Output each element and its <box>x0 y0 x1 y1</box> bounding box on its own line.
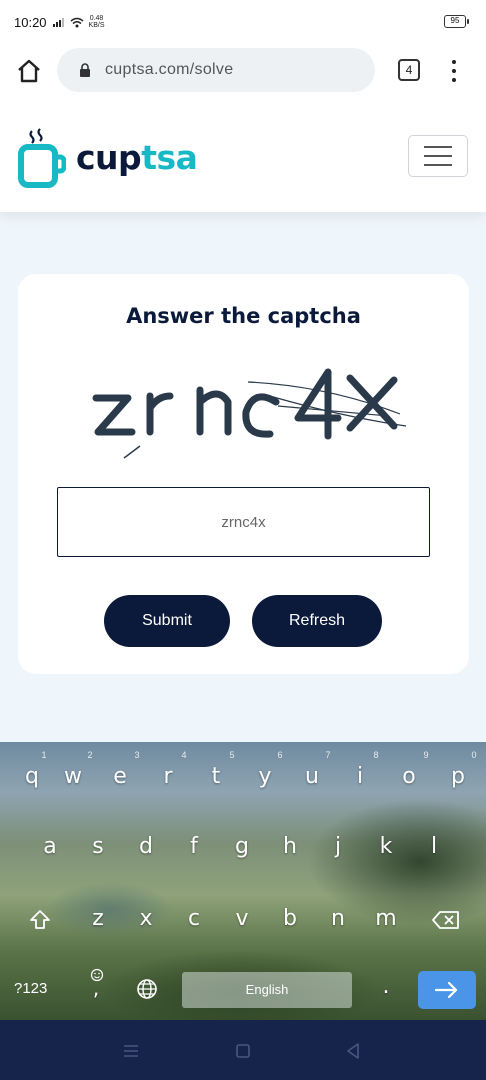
signal-icon <box>52 18 64 27</box>
status-bar: 10:20 0.48 KB/S 95 <box>0 0 486 44</box>
globe-icon[interactable] <box>136 978 158 1000</box>
on-screen-keyboard: q w e r t y u i o p 1 2 3 4 5 6 7 8 9 0 … <box>0 742 486 1020</box>
enter-key[interactable] <box>418 971 476 1009</box>
site-header: cuptsa <box>0 100 486 212</box>
key-c[interactable]: c <box>174 906 214 931</box>
submit-button[interactable]: Submit <box>104 595 230 647</box>
network-speed-unit: KB/S <box>88 22 105 29</box>
browser-toolbar: cuptsa.com/solve 4 <box>0 44 486 100</box>
cup-logo-icon <box>18 128 66 188</box>
home-nav-icon[interactable] <box>232 1040 254 1062</box>
key-hint-7: 7 <box>325 750 331 760</box>
network-speed-value: 0.48 <box>89 15 104 22</box>
lock-icon <box>80 63 90 77</box>
key-t[interactable]: t <box>196 764 236 789</box>
key-v[interactable]: v <box>222 906 262 931</box>
wifi-icon <box>70 17 84 27</box>
hamburger-line <box>424 155 452 157</box>
key-h[interactable]: h <box>270 834 310 859</box>
arrow-right-icon <box>434 981 458 999</box>
key-u[interactable]: u <box>292 764 332 789</box>
logo-text-tsa: tsa <box>141 137 198 177</box>
captcha-card: Answer the captcha Submit Refresh <box>18 274 469 674</box>
key-l[interactable]: l <box>414 834 454 859</box>
key-y[interactable]: y <box>245 764 285 789</box>
key-g[interactable]: g <box>222 834 262 859</box>
back-nav-icon[interactable] <box>342 1040 364 1062</box>
hamburger-menu-button[interactable] <box>408 135 468 177</box>
shift-icon[interactable] <box>28 908 52 932</box>
captcha-image <box>92 368 407 459</box>
key-k[interactable]: k <box>366 834 406 859</box>
key-hint-1: 1 <box>41 750 47 760</box>
captcha-title: Answer the captcha <box>126 304 361 328</box>
key-x[interactable]: x <box>126 906 166 931</box>
key-hint-5: 5 <box>229 750 235 760</box>
address-bar[interactable]: cuptsa.com/solve <box>57 48 375 92</box>
backspace-icon[interactable] <box>432 910 460 930</box>
key-s[interactable]: s <box>78 834 118 859</box>
key-hint-0: 0 <box>471 750 477 760</box>
recent-apps-icon[interactable] <box>120 1040 142 1062</box>
key-a[interactable]: a <box>30 834 70 859</box>
hamburger-line <box>424 146 452 148</box>
system-navigation-bar <box>0 1020 486 1080</box>
key-q[interactable]: q <box>12 764 52 789</box>
refresh-button[interactable]: Refresh <box>252 595 382 647</box>
key-j[interactable]: j <box>318 834 358 859</box>
site-logo[interactable]: cuptsa <box>18 122 198 192</box>
logo-text: cuptsa <box>76 137 198 177</box>
network-speed: 0.48 KB/S <box>89 15 105 29</box>
key-hint-9: 9 <box>423 750 429 760</box>
captcha-answer-input[interactable] <box>57 487 430 557</box>
status-time: 10:20 <box>14 14 47 30</box>
key-z[interactable]: z <box>78 906 118 931</box>
key-hint-8: 8 <box>373 750 379 760</box>
key-hint-3: 3 <box>134 750 140 760</box>
key-n[interactable]: n <box>318 906 358 931</box>
key-hint-6: 6 <box>277 750 283 760</box>
space-key[interactable]: English <box>182 972 352 1008</box>
key-w[interactable]: w <box>53 764 93 789</box>
url-text: cuptsa.com/solve <box>105 61 234 78</box>
browser-menu-icon[interactable] <box>448 58 460 84</box>
key-comma[interactable]: , <box>76 976 116 1000</box>
key-e[interactable]: e <box>100 764 140 789</box>
key-o[interactable]: o <box>389 764 429 789</box>
status-icons: 0.48 KB/S <box>52 15 105 29</box>
symbols-key[interactable]: ?123 <box>14 980 47 997</box>
key-m[interactable]: m <box>366 906 406 931</box>
battery-indicator: 95 <box>444 15 469 28</box>
key-d[interactable]: d <box>126 834 166 859</box>
key-b[interactable]: b <box>270 906 310 931</box>
key-p[interactable]: p <box>438 764 478 789</box>
key-i[interactable]: i <box>340 764 380 789</box>
key-period[interactable]: . <box>366 974 406 999</box>
logo-text-cup: cup <box>76 137 142 177</box>
home-icon[interactable] <box>16 58 42 84</box>
key-hint-2: 2 <box>87 750 93 760</box>
key-hint-4: 4 <box>181 750 187 760</box>
key-f[interactable]: f <box>174 834 214 859</box>
tab-switcher-button[interactable]: 4 <box>398 59 420 81</box>
hamburger-line <box>424 164 452 166</box>
key-r[interactable]: r <box>148 764 188 789</box>
